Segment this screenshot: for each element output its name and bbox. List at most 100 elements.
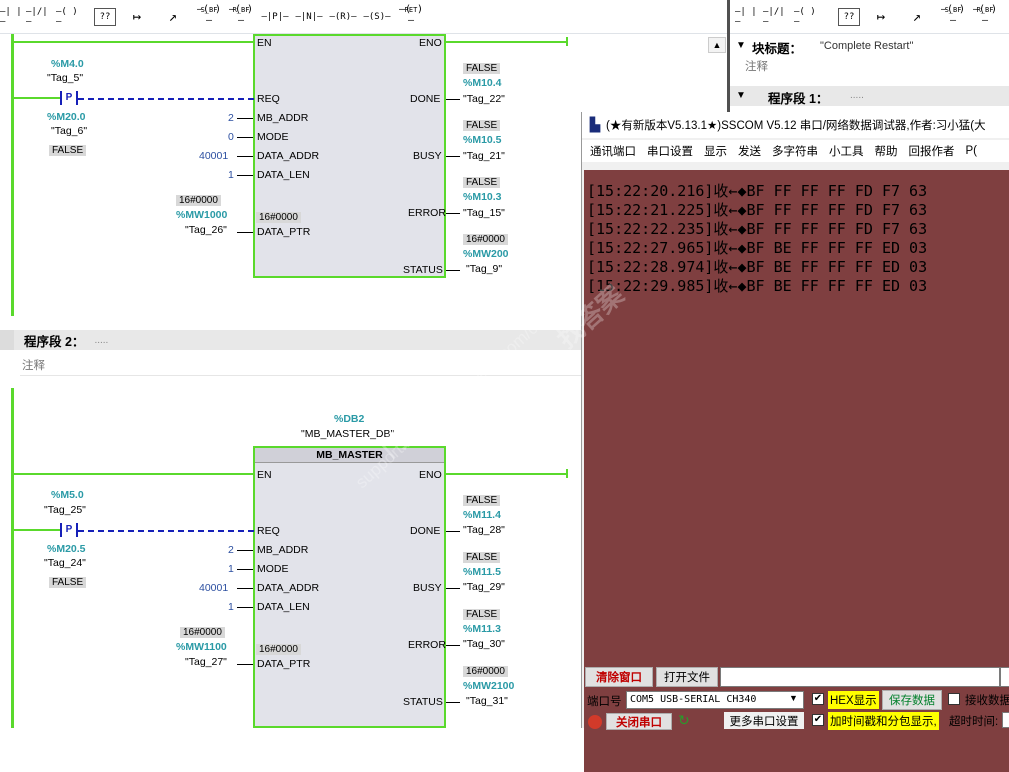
reset-coil-button[interactable]: —(R)— [328,6,358,28]
busy-tag[interactable]: "Tag_21" [463,150,505,162]
right-empty-box-button[interactable]: ?? [838,8,860,26]
right-network-1-title-dots[interactable]: ..... [850,90,864,101]
refresh-icon[interactable]: ↻ [678,712,690,729]
error-address[interactable]: %M10.3 [463,191,502,203]
busy-address[interactable]: %M10.5 [463,134,502,146]
right-network-1-header[interactable]: ▼ 程序段 1： ..... [730,86,1009,106]
menu-tools[interactable]: 小工具 [829,143,864,159]
menu-help[interactable]: 帮助 [875,143,898,159]
mb-addr-value-2[interactable]: 2 [228,544,234,556]
save-data-button[interactable]: 保存数据 [882,690,942,710]
hex-display-label[interactable]: HEX显示 [828,691,879,709]
chevron-down-icon[interactable]: ▼ [789,693,798,703]
status-tag-2[interactable]: "Tag_31" [466,695,508,707]
timestamp-label[interactable]: 加时间戳和分包显示, [828,712,939,730]
sscom-title-bar[interactable]: ▙ (★有新版本V5.13.1★)SSCOM V5.12 串口/网络数据调试器,… [582,112,1009,138]
scroll-up-button[interactable]: ▲ [708,37,726,53]
return-button[interactable]: RET —( )— [398,4,424,28]
busy-pin: BUSY [413,150,442,162]
network-2-header[interactable]: 程序段 2： ..... [0,330,581,350]
open-file-button[interactable]: 打开文件 [656,667,718,687]
sscom-window: ▙ (★有新版本V5.13.1★)SSCOM V5.12 串口/网络数据调试器,… [581,112,1009,772]
open-branch-button[interactable]: ↦ [124,6,150,28]
right-normally-closed-contact-button[interactable]: —|/|— [763,6,789,28]
set-coil-button[interactable]: —(S)— [362,6,392,28]
timeout-input[interactable] [1002,712,1009,728]
right-open-branch-button[interactable]: ↦ [868,6,894,28]
menu-multi-string[interactable]: 多字符串 [772,143,818,159]
collapse-network-2-icon[interactable] [0,330,14,350]
req-contact-tag-2[interactable]: "Tag_25" [44,504,86,516]
data-ptr-address[interactable]: %MW1000 [176,209,227,221]
coil-button[interactable]: —( )— [56,6,82,28]
data-ptr-tag[interactable]: "Tag_26" [185,224,227,236]
right-coil-button[interactable]: —( )— [794,6,820,28]
edge-memory-address-2[interactable]: %M20.5 [47,543,86,555]
status-address[interactable]: %MW200 [463,248,509,260]
menu-display[interactable]: 显示 [704,143,727,159]
more-port-settings-button[interactable]: 更多串口设置 [724,712,804,729]
instance-db-address[interactable]: %DB2 [334,413,364,425]
collapse-network-1-icon[interactable]: ▼ [736,90,746,101]
collapse-block-title-icon[interactable]: ▼ [736,40,746,51]
mode-value-2[interactable]: 1 [228,563,234,575]
file-path-input[interactable] [720,667,1000,687]
network-2-comment-box[interactable]: 注释 [20,352,581,376]
busy-address-2[interactable]: %M11.5 [463,566,501,578]
menu-feedback[interactable]: 回报作者 [909,143,955,159]
busy-tag-2[interactable]: "Tag_29" [463,581,505,593]
menu-send[interactable]: 发送 [738,143,761,159]
menu-port-settings[interactable]: 串口设置 [647,143,693,159]
port-select[interactable]: COM5 USB-SERIAL CH340 [626,691,804,709]
edge-memory-address[interactable]: %M20.0 [47,111,86,123]
receive-data-label: 接收数据 [965,695,1009,707]
edge-memory-tag[interactable]: "Tag_6" [51,125,87,137]
req-contact-address[interactable]: %M4.0 [51,58,84,70]
right-reset-bit-field-button[interactable]: R_BF —( )— [972,4,998,28]
instance-db-name[interactable]: "MB_MASTER_DB" [301,428,394,440]
error-address-2[interactable]: %M11.3 [463,623,501,635]
done-address-2[interactable]: %M11.4 [463,509,501,521]
block-title-value[interactable]: "Complete Restart" [820,40,913,52]
error-tag-2[interactable]: "Tag_30" [463,638,505,650]
normally-open-contact-button[interactable]: —| |— [0,6,26,28]
mode-value[interactable]: 0 [228,131,234,143]
negative-edge-contact-button[interactable]: —|N|— [294,6,324,28]
error-tag[interactable]: "Tag_15" [463,207,505,219]
edge-memory-tag-2[interactable]: "Tag_24" [44,557,86,569]
clear-window-button[interactable]: 清除窗口 [585,667,653,687]
normally-closed-contact-button[interactable]: —|/|— [26,6,52,28]
req-contact-address-2[interactable]: %M5.0 [51,489,84,501]
data-addr-value-2[interactable]: 40001 [199,582,228,594]
data-ptr-tag-2[interactable]: "Tag_27" [185,656,227,668]
done-address[interactable]: %M10.4 [463,77,502,89]
set-bit-field-button[interactable]: S_BF —( )— [196,4,222,28]
hex-display-checkbox[interactable]: ✔ [812,693,824,705]
menu-comm-port[interactable]: 通讯端口 [590,143,636,159]
timestamp-checkbox[interactable]: ✔ [812,714,824,726]
empty-box-button[interactable]: ?? [94,8,116,26]
done-tag-2[interactable]: "Tag_28" [463,524,505,536]
menu-more[interactable]: P( [966,145,978,157]
positive-edge-contact-2[interactable]: P [60,523,78,537]
mb-addr-value[interactable]: 2 [228,112,234,124]
right-set-bit-field-button[interactable]: S_BF —( )— [940,4,966,28]
right-close-branch-button[interactable]: ↗ [904,6,930,28]
close-port-button[interactable]: 关闭串口 [606,713,672,730]
req-contact-tag[interactable]: "Tag_5" [47,72,83,84]
positive-edge-contact-button[interactable]: —|P|— [260,6,290,28]
data-len-value[interactable]: 1 [228,169,234,181]
data-len-value-2[interactable]: 1 [228,601,234,613]
data-addr-value[interactable]: 40001 [199,150,228,162]
positive-edge-contact[interactable]: P [60,91,78,105]
receive-data-checkbox[interactable] [948,693,960,705]
close-branch-button[interactable]: ↗ [160,6,186,28]
status-tag[interactable]: "Tag_9" [466,263,502,275]
data-ptr-address-2[interactable]: %MW1100 [176,641,227,653]
done-tag[interactable]: "Tag_22" [463,93,505,105]
reset-bit-field-button[interactable]: R_BF —( )— [228,4,254,28]
right-normally-open-contact-button[interactable]: —| |— [735,6,761,28]
network-2-title-dots[interactable]: ..... [94,335,108,346]
block-comment[interactable]: 注释 [745,58,768,74]
status-address-2[interactable]: %MW2100 [463,680,514,692]
